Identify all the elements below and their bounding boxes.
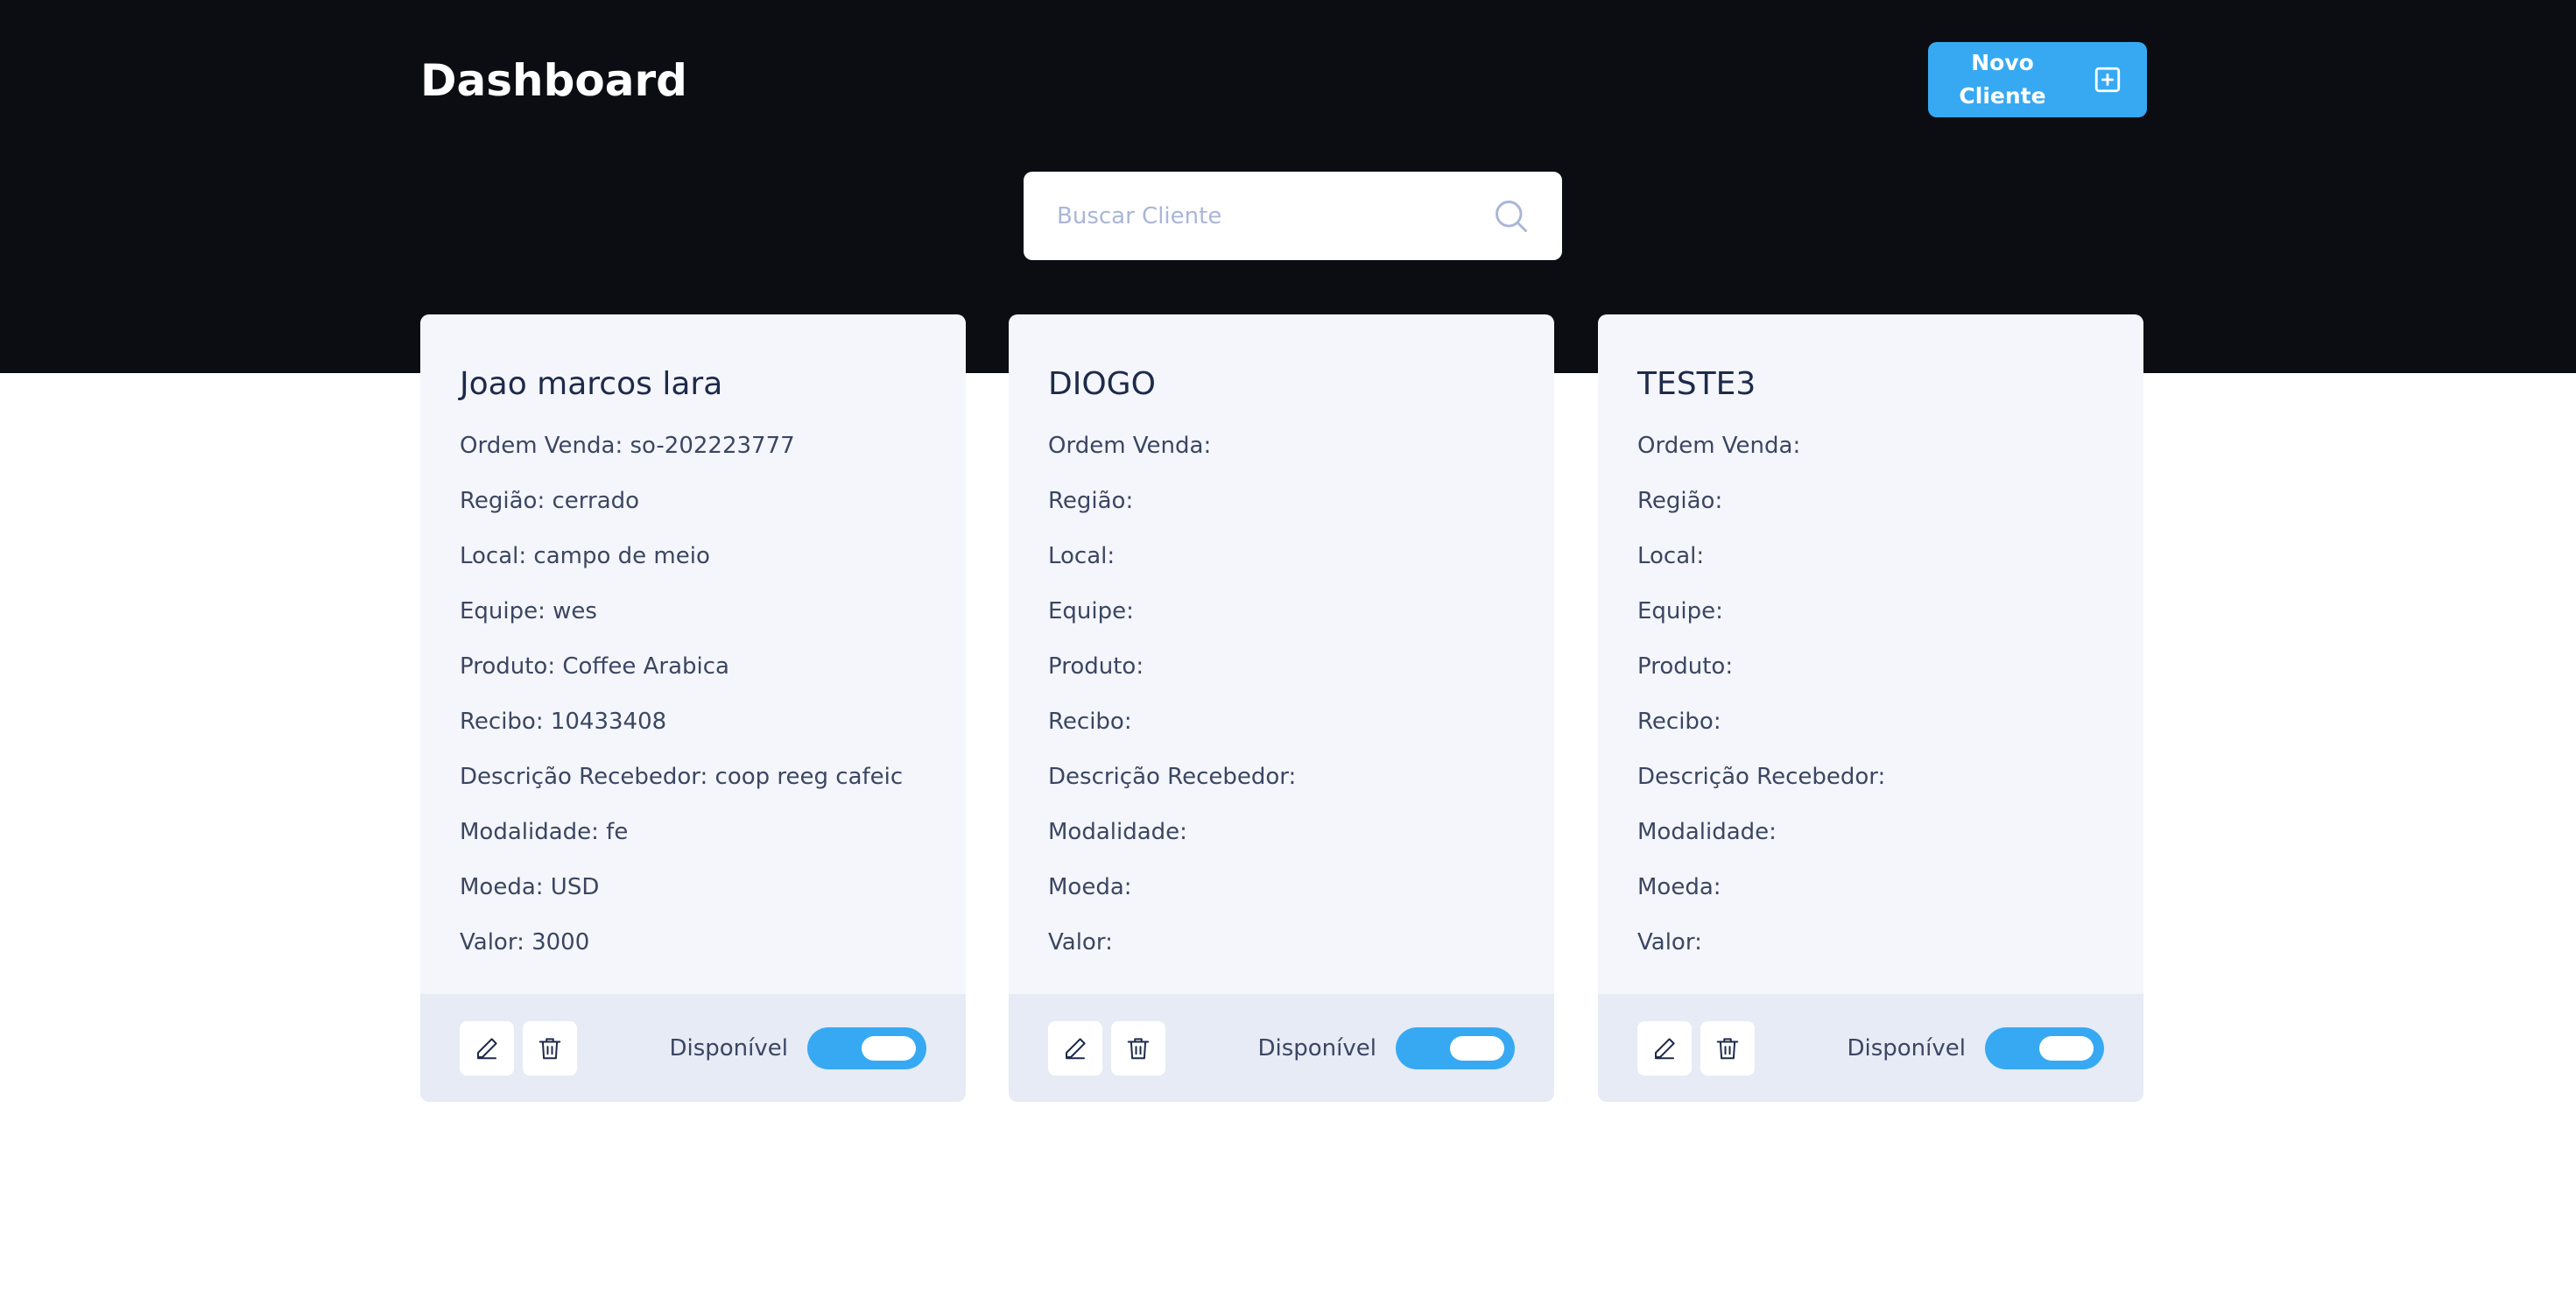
client-field: Produto:: [1637, 653, 1734, 680]
client-field-list: Ordem Venda: so-202223777 Região: cerrado…: [460, 419, 966, 970]
availability-toggle[interactable]: [1985, 1026, 2104, 1069]
availability-toggle[interactable]: [807, 1026, 926, 1069]
plus-square-icon: [2094, 67, 2121, 93]
pencil-icon: [1655, 1037, 1675, 1059]
client-field: Equipe: wes: [460, 598, 597, 624]
toggle-knob: [862, 1035, 916, 1061]
client-field: Moeda: USD: [460, 874, 600, 900]
client-field: Região:: [1637, 488, 1723, 514]
client-card-footer: Disponível: [1598, 994, 2143, 1102]
search-icon[interactable]: [1492, 197, 1531, 236]
new-client-label: Novo Cliente: [1959, 50, 2046, 109]
client-card: TESTE3 Ordem Venda: Região: Local: Equipe: P…: [1598, 314, 2143, 1102]
client-field: Valor: 3000: [460, 929, 590, 956]
client-field: Local:: [1048, 543, 1116, 569]
client-name: TESTE3: [1637, 366, 1756, 402]
dashboard-page: Dashboard Novo Cliente Joao marcos lara …: [0, 0, 2576, 1305]
client-card-body: DIOGO Ordem Venda: Região: Local: Equipe: Pr…: [1009, 314, 1554, 970]
availability-label: Disponível: [1847, 1034, 1966, 1062]
client-field: Produto: Coffee Arabica: [460, 653, 729, 680]
client-field: Recibo:: [1048, 709, 1132, 735]
client-field: Modalidade:: [1637, 819, 1777, 845]
client-name: Joao marcos lara: [460, 366, 723, 402]
search-box: [1024, 172, 1562, 260]
client-field: Moeda:: [1048, 874, 1132, 900]
client-field: Local: campo de meio: [460, 543, 710, 569]
client-card: Joao marcos lara Ordem Venda: so-2022237…: [420, 314, 966, 1102]
client-card-body: TESTE3 Ordem Venda: Região: Local: Equipe: P…: [1598, 314, 2143, 970]
client-field: Local:: [1637, 543, 1705, 569]
delete-button[interactable]: [523, 1020, 577, 1076]
client-field: Produto:: [1048, 653, 1144, 680]
client-field: Recibo: 10433408: [460, 709, 667, 735]
client-card-footer: Disponível: [420, 994, 966, 1102]
client-field: Valor:: [1637, 929, 1702, 956]
search-input[interactable]: [1055, 201, 1492, 230]
client-field: Região: cerrado: [460, 488, 640, 514]
client-field: Ordem Venda:: [1637, 433, 1801, 459]
client-field: Modalidade:: [1048, 819, 1187, 845]
pencil-icon: [1066, 1037, 1086, 1059]
client-field: Ordem Venda:: [1048, 433, 1212, 459]
client-field: Modalidade: fe: [460, 819, 629, 845]
client-card-body: Joao marcos lara Ordem Venda: so-2022237…: [420, 314, 966, 970]
trash-icon: [1716, 1037, 1739, 1059]
client-field: Região:: [1048, 488, 1134, 514]
toggle-knob: [1450, 1035, 1504, 1061]
trash-icon: [538, 1037, 561, 1059]
availability-toggle[interactable]: [1396, 1026, 1515, 1069]
trash-icon: [1127, 1037, 1150, 1059]
client-card: DIOGO Ordem Venda: Região: Local: Equipe: Pr…: [1009, 314, 1554, 1102]
delete-button[interactable]: [1111, 1020, 1165, 1076]
new-client-button[interactable]: Novo Cliente: [1928, 42, 2147, 117]
client-field: Valor:: [1048, 929, 1113, 956]
client-field: Recibo:: [1637, 709, 1721, 735]
client-field: Equipe:: [1637, 598, 1723, 624]
page-title: Dashboard: [420, 55, 687, 106]
delete-button[interactable]: [1700, 1020, 1755, 1076]
client-field: Moeda:: [1637, 874, 1721, 900]
client-card-footer: Disponível: [1009, 994, 1554, 1102]
availability-label: Disponível: [1257, 1034, 1376, 1062]
edit-button[interactable]: [1048, 1020, 1102, 1076]
availability-label: Disponível: [669, 1034, 788, 1062]
client-field: Descrição Recebedor: coop reeg cafeic: [460, 764, 904, 790]
client-field: Descrição Recebedor:: [1048, 764, 1297, 790]
client-field: Ordem Venda: so-202223777: [460, 433, 795, 459]
toggle-knob: [2039, 1035, 2094, 1061]
client-field-list: Ordem Venda: Região: Local: Equipe: Produto:…: [1048, 419, 1554, 970]
edit-button[interactable]: [460, 1020, 514, 1076]
client-name: DIOGO: [1048, 366, 1156, 402]
client-field-list: Ordem Venda: Região: Local: Equipe: Produto:…: [1637, 419, 2143, 970]
pencil-icon: [477, 1037, 497, 1059]
edit-button[interactable]: [1637, 1020, 1692, 1076]
client-field: Equipe:: [1048, 598, 1134, 624]
client-field: Descrição Recebedor:: [1637, 764, 1886, 790]
